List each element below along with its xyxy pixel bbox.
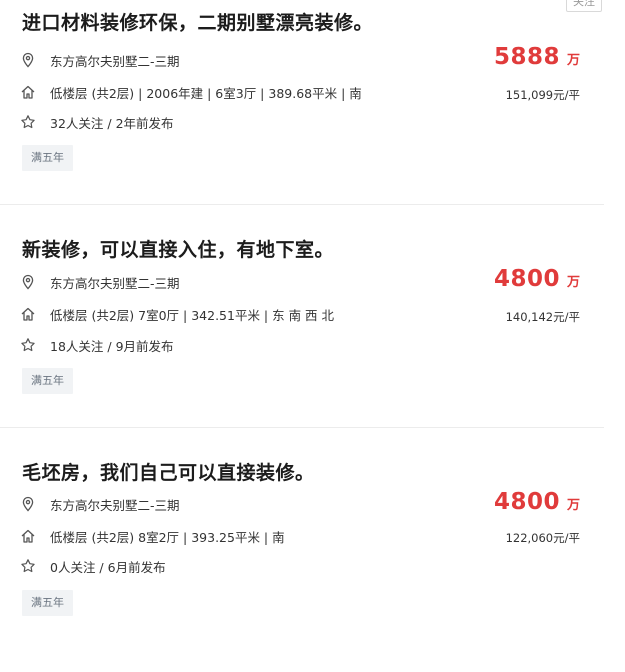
unit-price: 122,060元/平 <box>505 531 580 545</box>
total-price: 4800 万 <box>494 489 580 515</box>
listing-title[interactable]: 进口材料装修环保，二期别墅漂亮装修。 <box>22 8 373 35</box>
price-unit: 万 <box>566 53 580 68</box>
house-info-row: 低楼层 (共2层) | 2006年建 | 6室3厅 | 389.68平米 | 南 <box>20 82 362 102</box>
price-value: 4800 <box>493 489 560 515</box>
community-row: 东方高尔夫别墅二-三期 <box>20 50 180 70</box>
community-name[interactable]: 东方高尔夫别墅二-三期 <box>50 273 180 292</box>
star-icon <box>20 558 36 574</box>
listing-title[interactable]: 新装修，可以直接入住，有地下室。 <box>22 235 334 262</box>
star-icon <box>20 337 36 353</box>
house-info-row: 低楼层 (共2层) 7室0厅 | 342.51平米 | 东 南 西 北 <box>20 304 334 324</box>
community-name[interactable]: 东方高尔夫别墅二-三期 <box>50 51 180 70</box>
location-pin-icon <box>20 496 36 512</box>
community-row: 东方高尔夫别墅二-三期 <box>20 272 180 292</box>
follow-info: 32人关注 / 2年前发布 <box>50 115 174 131</box>
listing-title[interactable]: 毛坯房，我们自己可以直接装修。 <box>22 458 315 485</box>
listing-card[interactable]: 进口材料装修环保，二期别墅漂亮装修。 东方高尔夫别墅二-三期 低楼层 (共2层)… <box>0 0 604 222</box>
total-price: 5888 万 <box>494 44 580 70</box>
house-icon <box>20 84 36 100</box>
follow-info: 0人关注 / 6月前发布 <box>50 559 166 575</box>
price-value: 4800 <box>493 266 560 292</box>
house-icon <box>20 528 36 544</box>
listing-card[interactable]: 新装修，可以直接入住，有地下室。 东方高尔夫别墅二-三期 低楼层 (共2层) 7… <box>0 227 604 449</box>
house-info: 低楼层 (共2层) 8室2厅 | 393.25平米 | 南 <box>50 529 285 545</box>
price-unit: 万 <box>566 275 580 290</box>
location-pin-icon <box>20 52 36 68</box>
follow-info-row: 32人关注 / 2年前发布 <box>20 112 174 132</box>
follow-info: 18人关注 / 9月前发布 <box>50 338 174 354</box>
house-info: 低楼层 (共2层) 7室0厅 | 342.51平米 | 东 南 西 北 <box>50 307 335 323</box>
house-icon <box>20 306 36 322</box>
price-unit: 万 <box>566 498 580 513</box>
house-info-row: 低楼层 (共2层) 8室2厅 | 393.25平米 | 南 <box>20 526 285 546</box>
total-price: 4800 万 <box>494 266 580 292</box>
divider <box>0 427 604 428</box>
divider <box>0 204 604 205</box>
house-info: 低楼层 (共2层) | 2006年建 | 6室3厅 | 389.68平米 | 南 <box>50 85 362 101</box>
unit-price: 151,099元/平 <box>505 88 580 102</box>
follow-info-row: 18人关注 / 9月前发布 <box>20 335 174 355</box>
unit-price: 140,142元/平 <box>505 310 580 324</box>
star-icon <box>20 114 36 130</box>
listing-card[interactable]: 毛坯房，我们自己可以直接装修。 东方高尔夫别墅二-三期 低楼层 (共2层) 8室… <box>0 450 604 672</box>
community-name[interactable]: 东方高尔夫别墅二-三期 <box>50 495 180 514</box>
location-pin-icon <box>20 274 36 290</box>
tag-badge: 满五年 <box>22 590 73 616</box>
follow-info-row: 0人关注 / 6月前发布 <box>20 556 166 576</box>
tag-badge: 满五年 <box>22 145 73 171</box>
tag-badge: 满五年 <box>22 368 73 394</box>
community-row: 东方高尔夫别墅二-三期 <box>20 494 180 514</box>
price-value: 5888 <box>493 44 560 70</box>
